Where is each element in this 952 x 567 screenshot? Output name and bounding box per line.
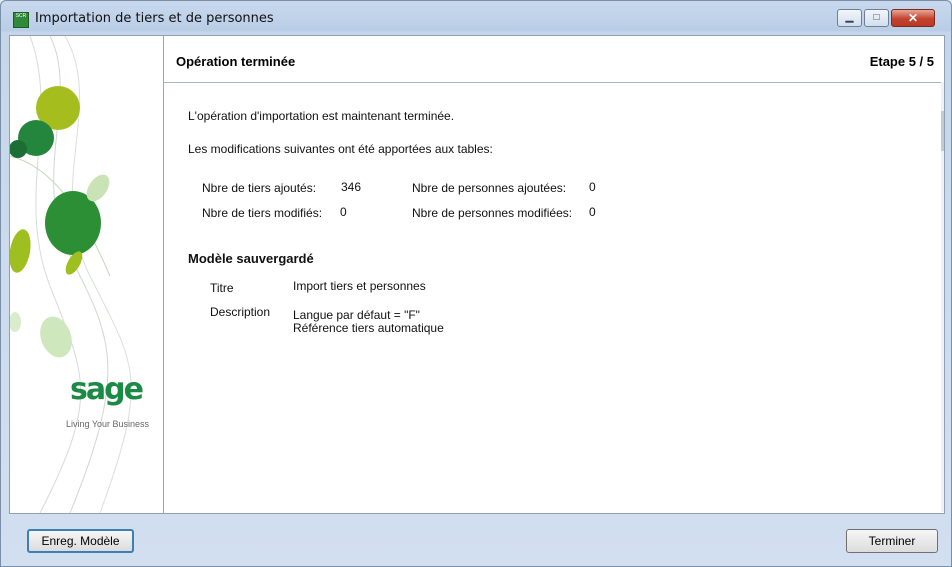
scrollbar-thumb[interactable] bbox=[941, 111, 944, 151]
tiers-added-value: 346 bbox=[341, 180, 362, 194]
maximize-button[interactable]: □ bbox=[864, 9, 889, 27]
close-button[interactable]: ✕ bbox=[891, 9, 935, 27]
changes-intro: Les modifications suivantes ont été appo… bbox=[188, 142, 493, 156]
persons-added-label: Nbre de personnes ajoutées: bbox=[412, 181, 567, 195]
saved-model-heading: Modèle sauvergardé bbox=[188, 251, 314, 266]
model-description-label: Description bbox=[210, 305, 271, 319]
title-bar[interactable]: SCR Importation de tiers et de personnes… bbox=[1, 1, 951, 35]
finish-button[interactable]: Terminer bbox=[846, 529, 938, 553]
tiers-added-label: Nbre de tiers ajoutés: bbox=[202, 181, 317, 195]
maximize-icon: □ bbox=[873, 12, 880, 23]
import-wizard-window: SCR Importation de tiers et de personnes… bbox=[0, 0, 952, 567]
step-indicator: Etape 5 / 5 bbox=[869, 54, 934, 69]
model-title-label: Titre bbox=[210, 281, 234, 295]
persons-modified-value: 0 bbox=[589, 205, 596, 219]
wizard-content: L'opération d'importation est maintenant… bbox=[164, 83, 940, 513]
model-description-line2: Référence tiers automatique bbox=[293, 321, 444, 335]
window-title: Importation de tiers et de personnes bbox=[35, 11, 274, 26]
tiers-modified-value: 0 bbox=[340, 205, 347, 219]
save-model-button[interactable]: Enreg. Modèle bbox=[27, 529, 134, 553]
model-description-line1: Langue par défaut = "F" bbox=[293, 308, 420, 322]
wizard-header: Opération terminée Etape 5 / 5 bbox=[164, 36, 944, 83]
model-title-value: Import tiers et personnes bbox=[293, 279, 426, 293]
app-icon: SCR bbox=[13, 12, 29, 28]
decorative-leaves-graphic bbox=[10, 36, 132, 513]
page-title: Opération terminée bbox=[176, 54, 296, 69]
completion-message: L'opération d'importation est maintenant… bbox=[188, 109, 455, 123]
sage-logo: sage bbox=[70, 372, 144, 407]
close-icon: ✕ bbox=[907, 11, 919, 25]
persons-modified-label: Nbre de personnes modifiées: bbox=[412, 206, 573, 220]
persons-added-value: 0 bbox=[589, 180, 596, 194]
sage-tagline: Living Your Business bbox=[66, 419, 150, 429]
wizard-client-area: sage Living Your Business Opération term… bbox=[9, 35, 945, 514]
app-icon-label: SCR bbox=[15, 13, 27, 19]
minimize-icon: ▁ bbox=[845, 12, 854, 23]
minimize-button[interactable]: ▁ bbox=[837, 9, 862, 27]
sidebar-branding-panel: sage Living Your Business bbox=[10, 36, 164, 513]
tiers-modified-label: Nbre de tiers modifiés: bbox=[202, 206, 323, 220]
